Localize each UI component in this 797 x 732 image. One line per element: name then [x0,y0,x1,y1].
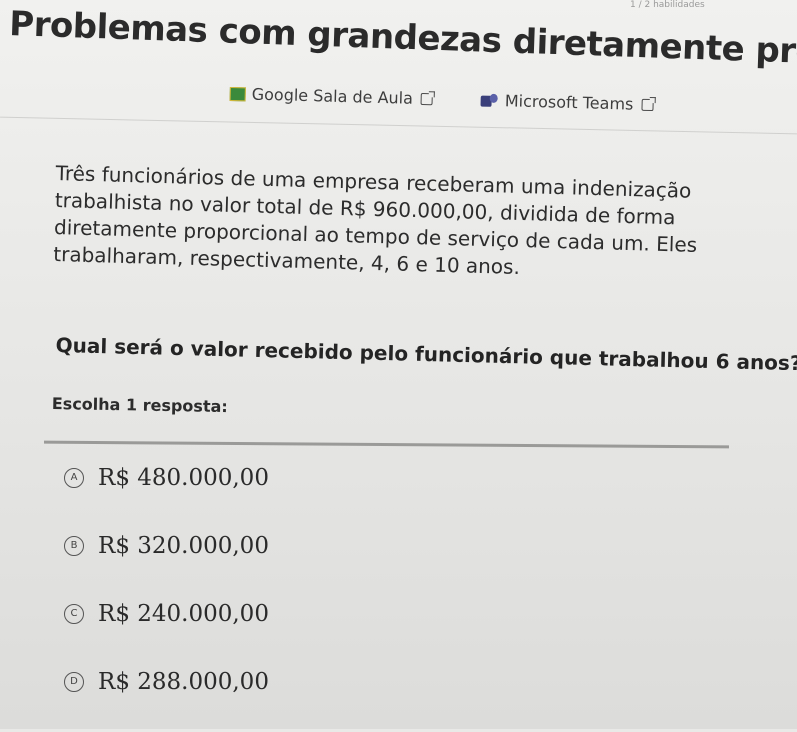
option-radio-d[interactable]: D [64,671,84,692]
option-radio-a[interactable]: A [64,467,84,488]
answer-prompt: Escolha 1 resposta: [51,394,228,417]
header-divider [0,116,797,135]
option-value-a: R$ 480.000,00 [98,464,269,491]
answers-divider [43,440,730,449]
microsoft-teams-icon [481,93,499,107]
page-title: Problemas com grandezas diretamente prop… [8,4,797,79]
option-value-d: R$ 288.000,00 [98,668,269,695]
microsoft-teams-label: Microsoft Teams [504,91,634,114]
external-link-icon [641,98,654,111]
google-classroom-link[interactable]: Google Sala de Aula [229,84,434,108]
option-value-c: R$ 240.000,00 [98,600,269,627]
problem-statement: Três funcionários de uma empresa receber… [53,160,698,279]
option-list: A R$ 480.000,00 B R$ 320.000,00 C R$ 240… [64,460,564,699]
question-text: Qual será o valor recebido pelo funcioná… [55,333,797,376]
answer-options: A R$ 480.000,00 B R$ 320.000,00 C R$ 240… [64,460,564,732]
external-link-icon [420,92,434,105]
google-classroom-label: Google Sala de Aula [251,84,414,108]
option-value-b: R$ 320.000,00 [98,532,269,559]
microsoft-teams-link[interactable]: Microsoft Teams [481,91,654,115]
share-links: Google Sala de Aula Microsoft Teams [229,84,654,115]
google-classroom-icon [229,86,246,101]
answer-option-c[interactable]: C R$ 240.000,00 [64,596,564,631]
answer-option-b[interactable]: B R$ 320.000,00 [64,528,564,563]
skills-indicator: 1 / 2 habilidades [630,0,705,10]
answer-option-d[interactable]: D R$ 288.000,00 [64,664,564,699]
option-radio-b[interactable]: B [64,535,84,556]
exercise-screen: 1 / 2 habilidades Problemas com grandeza… [0,0,797,729]
option-radio-c[interactable]: C [64,603,84,624]
answer-option-a[interactable]: A R$ 480.000,00 [64,460,564,495]
